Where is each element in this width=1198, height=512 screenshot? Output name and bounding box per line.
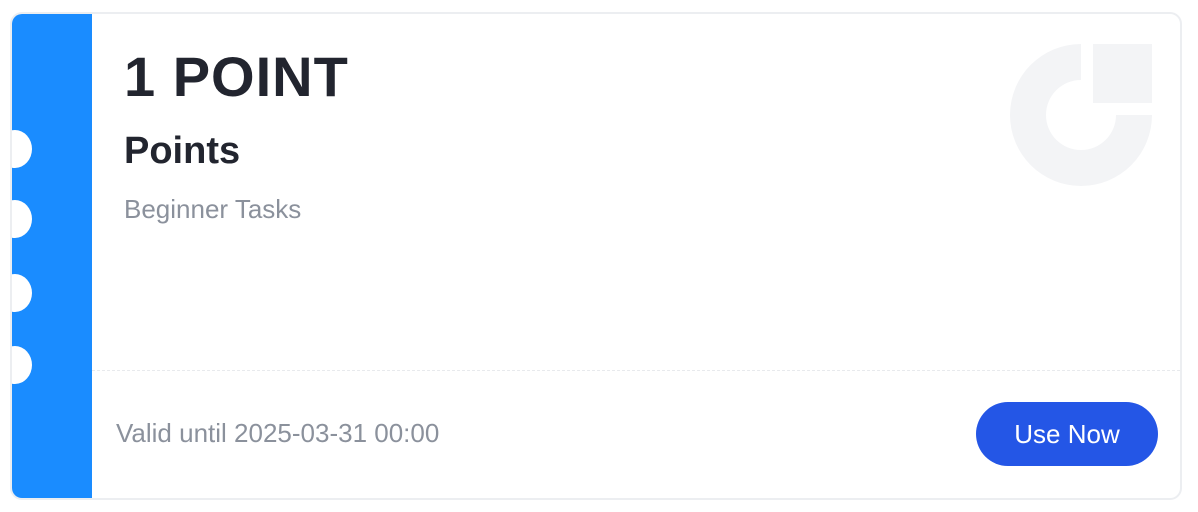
coupon-card: 1 POINT Points Beginner Tasks Valid unti…: [10, 12, 1182, 500]
coupon-color-stripe: [12, 14, 92, 498]
coupon-divider: [92, 370, 1180, 371]
brand-logo-icon: [1010, 44, 1152, 186]
coupon-amount: 1 POINT: [124, 45, 349, 108]
use-now-button[interactable]: Use Now: [976, 402, 1158, 466]
coupon-source: Beginner Tasks: [124, 194, 302, 224]
coupon-validity: Valid until 2025-03-31 00:00: [116, 418, 440, 448]
coupon-type: Points: [124, 130, 241, 172]
